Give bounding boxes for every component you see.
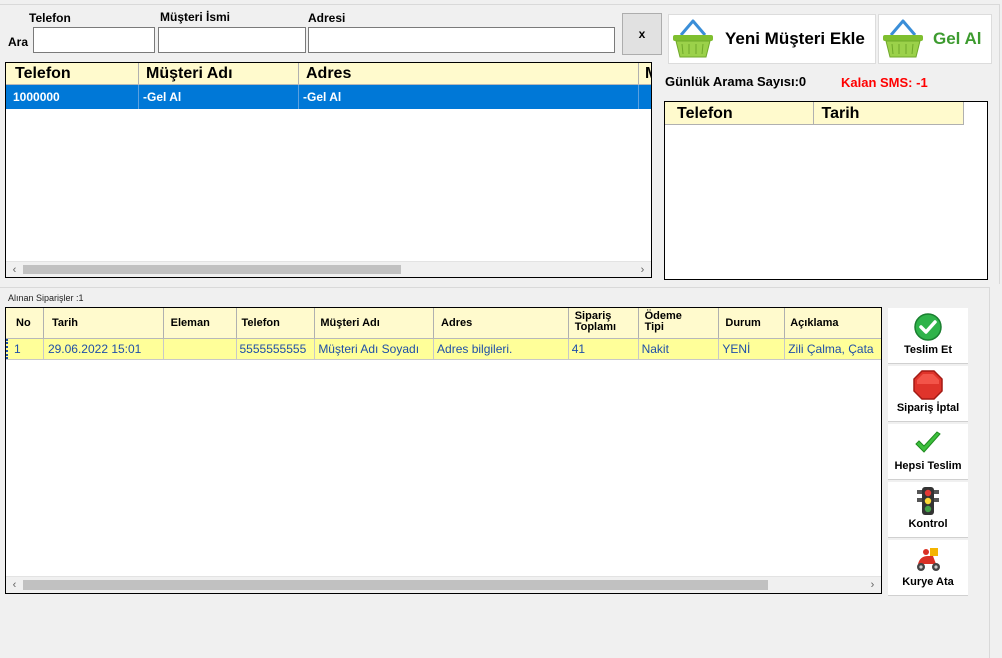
clear-search-button[interactable]: x [622,13,662,55]
cell-employee [164,339,237,359]
scroll-right-icon[interactable]: › [864,579,881,591]
column-header[interactable]: Telefon [665,102,814,124]
basket-icon [883,19,923,58]
cell-date: 29.06.2022 15:01 [44,339,164,359]
column-header[interactable]: Adres [434,308,569,338]
phone-label: Telefon [29,11,71,25]
customer-grid-header: Telefon Müşteri Adı Adres M [6,63,651,85]
control-label: Kontrol [908,518,948,530]
assign-courier-button[interactable]: Kurye Ata [888,540,968,596]
courier-scooter-icon [917,548,940,571]
cell-customer-name: -Gel Al [139,85,299,109]
scroll-right-icon[interactable]: › [634,264,651,276]
column-header[interactable]: Müşteri Adı [139,63,299,84]
orders-grid-header: No Tarih Eleman Telefon Müşteri Adı Adre… [6,308,881,339]
column-header[interactable]: Tarih [814,102,963,124]
call-grid-header: Telefon Tarih [665,102,964,125]
new-customer-label: Yeni Müşteri Ekle [725,29,865,48]
scroll-left-icon[interactable]: ‹ [6,264,23,276]
column-header[interactable]: Açıklama [785,308,881,338]
divider [989,287,990,658]
phone-search-input[interactable] [33,27,155,53]
new-customer-button[interactable]: Yeni Müşteri Ekle [668,14,876,64]
horizontal-scrollbar[interactable]: ‹ › [6,261,651,277]
customer-name-label: Müşteri İsmi [160,10,231,24]
assign-courier-label: Kurye Ata [902,576,954,588]
column-header[interactable]: Sipariş Toplamı [569,308,639,338]
column-header[interactable]: Adres [299,63,639,84]
cell-phone: 1000000 [6,85,139,109]
pickup-label: Gel Al [933,29,982,48]
call-history-grid[interactable]: Telefon Tarih [664,101,988,280]
scroll-track[interactable] [23,577,864,593]
scroll-track[interactable] [23,262,634,277]
address-label: Adresi [308,11,346,25]
search-label: Ara [8,35,29,49]
cell-address: Adres bilgileri. [434,339,569,359]
cell-customer-name: Müşteri Adı Soyadı [315,339,435,359]
column-header[interactable]: Müşteri Adı [315,308,435,338]
orders-grid[interactable]: No Tarih Eleman Telefon Müşteri Adı Adre… [5,307,882,594]
traffic-light-icon [917,487,939,515]
cell-extra [639,85,651,109]
cancel-order-button[interactable]: Sipariş İptal [888,366,968,422]
cell-address: -Gel Al [299,85,639,109]
column-header[interactable]: Tarih [44,308,164,338]
column-header[interactable]: Ödeme Tipi [639,308,720,338]
deliver-all-label: Hepsi Teslim [894,460,962,472]
table-row[interactable]: 1 29.06.2022 15:01 5555555555 Müşteri Ad… [6,339,881,360]
deliver-button[interactable]: Teslim Et [888,308,968,364]
column-header[interactable]: M [639,63,651,84]
cell-status: YENİ [719,339,786,359]
cell-order-total: 41 [569,339,639,359]
control-button[interactable]: Kontrol [888,482,968,538]
divider [0,287,990,288]
column-header[interactable]: Eleman [164,308,237,338]
orders-caption: Alınan Siparişler :1 [8,293,84,303]
column-header[interactable]: Telefon [237,308,316,338]
remaining-sms: Kalan SMS: -1 [841,75,928,90]
scroll-left-icon[interactable]: ‹ [6,579,23,591]
check-circle-icon [914,313,942,341]
column-header[interactable]: No [6,308,44,338]
customer-grid[interactable]: Telefon Müşteri Adı Adres M 1000000 -Gel… [5,62,652,278]
basket-icon [673,19,713,58]
column-header[interactable]: Telefon [6,63,139,84]
cell-no: 1 [6,339,44,359]
deliver-label: Teslim Et [903,344,953,356]
stop-sign-icon [913,370,943,400]
pickup-button[interactable]: Gel Al [878,14,992,64]
checkmark-icon [915,431,941,453]
cell-note: Zili Çalma, Çata [788,342,874,356]
cell-phone: 5555555555 [237,339,316,359]
name-search-input[interactable] [158,27,306,53]
table-row[interactable]: 1000000 -Gel Al -Gel Al [6,85,651,109]
address-search-input[interactable] [308,27,615,53]
scroll-thumb[interactable] [23,580,768,590]
horizontal-scrollbar[interactable]: ‹ › [6,576,881,593]
scroll-thumb[interactable] [23,265,401,274]
cell-payment-type: Nakit [639,339,720,359]
cancel-order-label: Sipariş İptal [896,402,960,414]
daily-call-count: Günlük Arama Sayısı:0 [665,74,807,89]
deliver-all-button[interactable]: Hepsi Teslim [888,424,968,480]
column-header[interactable]: Durum [719,308,786,338]
